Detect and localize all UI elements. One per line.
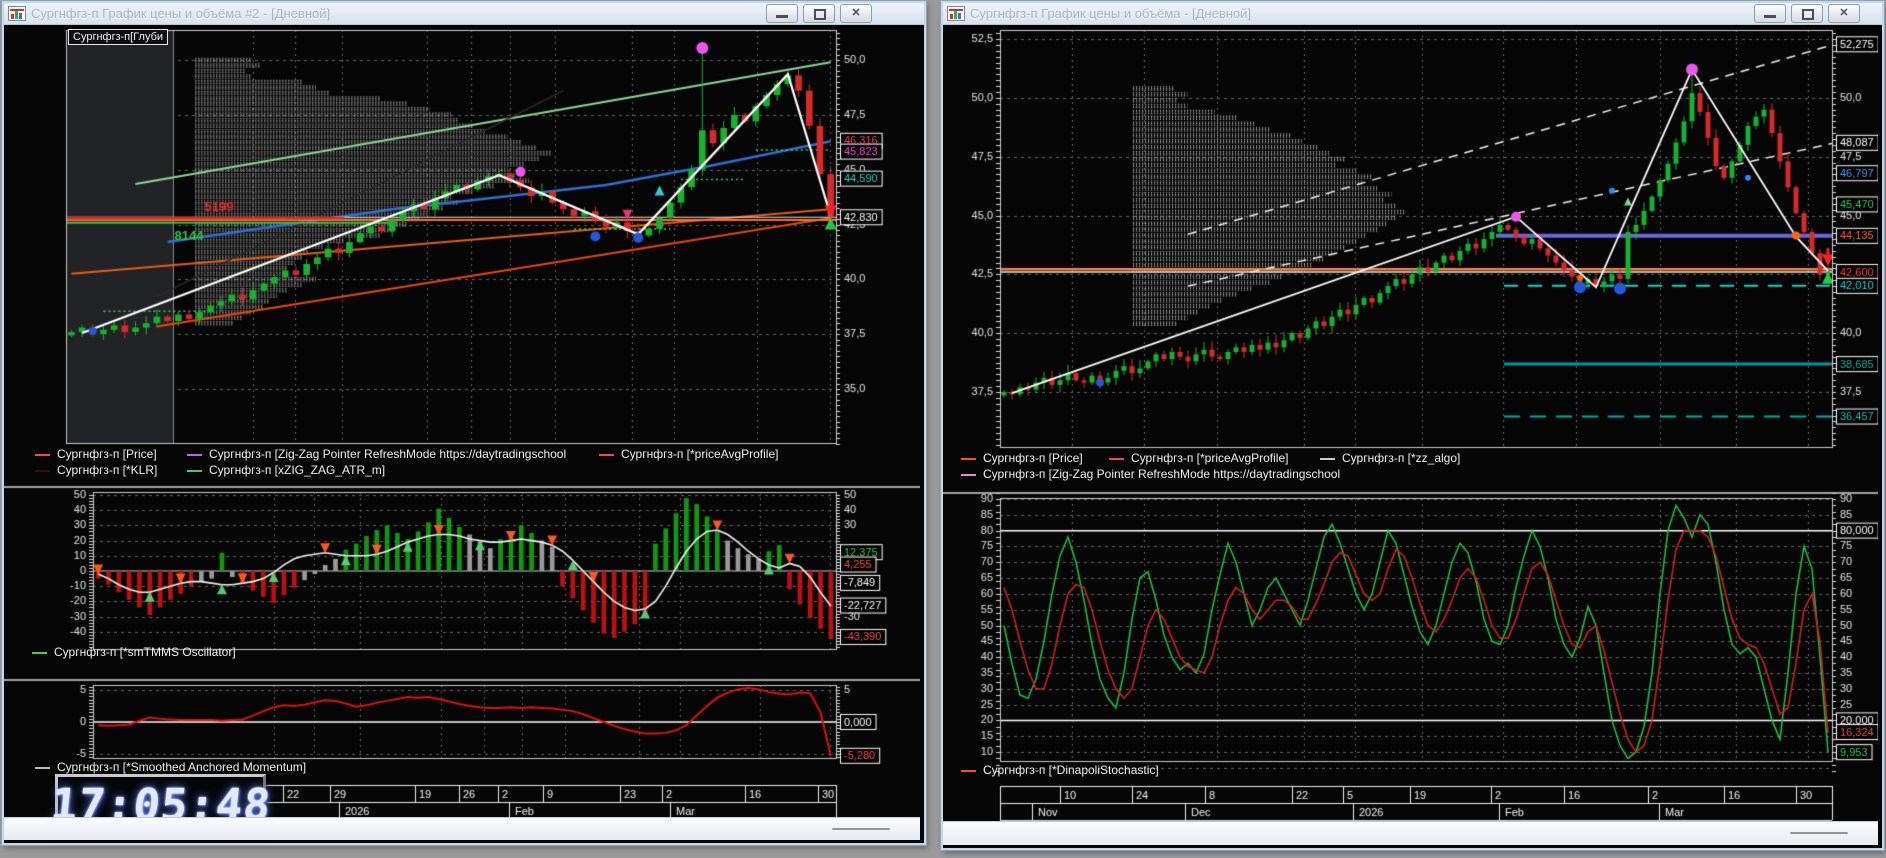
- legend-item: Сургнфгз-п [*priceAvgProfile]: [599, 447, 778, 461]
- legend-item: Сургнфгз-п [Price]: [35, 447, 157, 461]
- chart-window-price-volume: Сургнфгз-п График цены и объёма - [Дневн…: [941, 1, 1884, 850]
- legend-row-oscillator: Сургнфгз-п [*smTMMS Oscillator]: [4, 645, 924, 661]
- chart-window-icon[interactable]: [8, 6, 26, 21]
- restore-button[interactable]: [1791, 4, 1823, 23]
- legend-item: Сургнфгз-п [Price]: [961, 451, 1083, 465]
- legend-color-dash: [599, 453, 614, 456]
- legend-item: Сургнфгз-п [xZIG_ZAG_ATR_m]: [187, 463, 385, 477]
- legend-color-dash: [961, 473, 976, 476]
- legend-item: Сургнфгз-п [*smTMMS Oscillator]: [32, 645, 236, 659]
- depth-of-market-label: Сургнфгз-п[Глуби: [68, 29, 169, 45]
- scrollbar-handle[interactable]: [832, 828, 890, 830]
- legend-row-main-2: Сургнфгз-п [*KLR] Сургнфгз-п [xZIG_ZAG_AT…: [4, 463, 924, 479]
- window-title: Сургнфгз-п График цены и объёма #2 - [Дн…: [31, 6, 331, 21]
- chart-window-icon[interactable]: [947, 6, 965, 21]
- legend-color-dash: [35, 766, 50, 769]
- legend-color-dash: [1109, 457, 1124, 460]
- legend-color-dash: [187, 469, 202, 472]
- chart-window-price-volume-2: Сургнфгз-п График цены и объёма #2 - [Дн…: [2, 1, 926, 845]
- legend-color-dash: [35, 469, 50, 472]
- legend-row-stochastic: Сургнфгз-п [*DinapoliStochastic]: [943, 763, 1882, 779]
- legend-color-dash: [961, 769, 976, 772]
- scrollbar-handle[interactable]: [1790, 832, 1848, 834]
- left-chart-canvas[interactable]: [4, 25, 920, 820]
- window-title: Сургнфгз-п График цены и объёма - [Дневн…: [970, 6, 1252, 21]
- legend-color-dash: [35, 453, 50, 456]
- close-button[interactable]: ✕: [840, 4, 872, 23]
- legend-item: Сургнфгз-п [*priceAvgProfile]: [1109, 451, 1288, 465]
- legend-row-main-2: Сургнфгз-п [Zig-Zag Pointer RefreshMode …: [943, 467, 1882, 483]
- legend-item: Сургнфгз-п [*KLR]: [35, 463, 157, 477]
- restore-button[interactable]: [803, 4, 835, 23]
- legend-color-dash: [187, 453, 202, 456]
- horizontal-scrollbar[interactable]: [4, 817, 920, 840]
- window-titlebar[interactable]: Сургнфгз-п График цены и объёма #2 - [Дн…: [4, 3, 924, 25]
- desktop: { "app": { "close_glyph": "✕", "window_b…: [0, 0, 1886, 858]
- horizontal-scrollbar[interactable]: [943, 821, 1878, 845]
- legend-row-main-1: Сургнфгз-п [Price] Сургнфгз-п [Zig-Zag Po…: [4, 447, 924, 463]
- minimize-button[interactable]: [1754, 4, 1786, 23]
- minimize-button[interactable]: [766, 4, 798, 23]
- legend-item: Сургнфгз-п [Zig-Zag Pointer RefreshMode …: [187, 447, 566, 461]
- right-chart-canvas[interactable]: [943, 25, 1878, 825]
- legend-color-dash: [1320, 457, 1335, 460]
- legend-item: Сургнфгз-п [*DinapoliStochastic]: [961, 763, 1159, 777]
- legend-item: Сургнфгз-п [*zz_algo]: [1320, 451, 1460, 465]
- window-titlebar[interactable]: Сургнфгз-п График цены и объёма - [Дневн…: [943, 3, 1882, 25]
- legend-color-dash: [961, 457, 976, 460]
- legend-color-dash: [32, 651, 47, 654]
- legend-item: Сургнфгз-п [Zig-Zag Pointer RefreshMode …: [961, 467, 1340, 481]
- legend-row-main-1: Сургнфгз-п [Price] Сургнфгз-п [*priceAvgP…: [943, 451, 1882, 467]
- legend-item: Сургнфгз-п [*Smoothed Anchored Momentum]: [35, 760, 306, 774]
- close-button[interactable]: ✕: [1828, 4, 1860, 23]
